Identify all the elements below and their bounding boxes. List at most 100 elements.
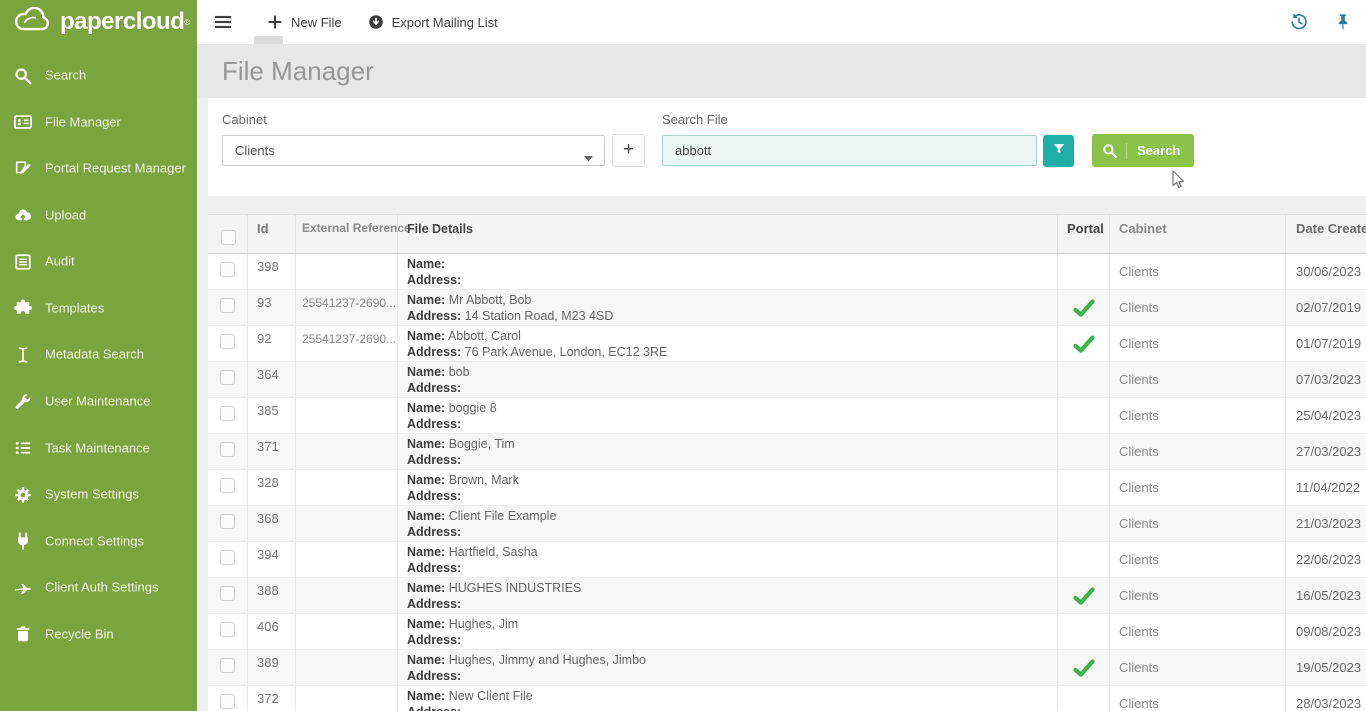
row-id: 389 [248, 650, 296, 685]
chevron-down-icon [584, 148, 593, 161]
table-row[interactable]: 394 Name: Hartfield, Sasha Address: Clients… [208, 542, 1366, 578]
row-date-created: 27/03/2023 [1296, 444, 1362, 459]
row-file-details: Name: Address: [398, 254, 1058, 289]
table-row[interactable]: 92 25541237-2690... Name: Abbott, Carol Add… [208, 326, 1366, 362]
row-file-details: Name: bob Address: [398, 362, 1058, 397]
sidebar-item-label: Upload [45, 207, 87, 223]
sidebar-item-metadata-search[interactable]: Metadata Search [0, 331, 197, 378]
page-title: File Manager [222, 56, 374, 86]
row-cabinet: Clients [1110, 254, 1286, 289]
row-date-created: 21/03/2023 [1296, 516, 1362, 531]
row-checkbox[interactable] [220, 262, 235, 277]
row-checkbox-cell [208, 506, 248, 541]
sidebar-item-label: File Manager [45, 114, 121, 130]
sidebar-item-upload[interactable]: Upload [0, 192, 197, 239]
row-checkbox[interactable] [220, 406, 235, 421]
hamburger-menu-icon[interactable] [213, 12, 233, 32]
row-cabinet: Clients [1110, 470, 1286, 505]
sidebar-item-search[interactable]: Search [0, 52, 197, 99]
pin-icon[interactable] [1334, 13, 1352, 31]
row-file-details: Name: New Client FileAddress: [398, 686, 1058, 711]
sidebar-item-file-manager[interactable]: File Manager [0, 99, 197, 146]
row-portal-cell [1058, 614, 1110, 649]
sidebar-item-system-settings[interactable]: System Settings [0, 471, 197, 518]
table-row[interactable]: 371 Name: Boggie, Tim Address: Clients 27/03… [208, 434, 1366, 470]
table-header-row: Id External Reference File Details Portal Ca… [208, 214, 1366, 254]
row-portal-cell [1058, 686, 1110, 711]
row-checkbox[interactable] [220, 622, 235, 637]
row-external-reference [296, 506, 398, 541]
row-checkbox[interactable] [220, 334, 235, 349]
row-checkbox[interactable] [220, 442, 235, 457]
page-header: File Manager [197, 36, 1366, 98]
row-checkbox-cell [208, 650, 248, 685]
main-area: New File Export Mailing List File Manage… [197, 0, 1366, 711]
table-row[interactable]: 389 Name: Hughes, Jimmy and Hughes, Jimbo… [208, 650, 1366, 686]
row-cabinet: Clients [1110, 434, 1286, 469]
search-file-input[interactable] [662, 135, 1037, 166]
row-checkbox[interactable] [220, 514, 235, 529]
brand-name: papercloud [60, 8, 185, 35]
row-checkbox[interactable] [220, 370, 235, 385]
table-row[interactable]: 385 Name: boggie 8 Address: Clients 25/04/20… [208, 398, 1366, 434]
history-icon[interactable] [1290, 13, 1308, 31]
sidebar-item-user-maintenance[interactable]: User Maintenance [0, 378, 197, 425]
row-portal-cell [1058, 434, 1110, 469]
filter-button[interactable] [1043, 134, 1074, 167]
select-all-checkbox[interactable] [221, 229, 236, 245]
circle-down-arrow-icon [368, 14, 384, 30]
column-header-select [208, 215, 248, 253]
column-header-portal[interactable]: Portal [1058, 215, 1110, 253]
row-checkbox[interactable] [220, 298, 235, 313]
row-file-details: Name: HUGHES INDUSTRIES Address: [398, 578, 1058, 613]
cabinet-label: Cabinet [222, 112, 267, 127]
sidebar-item-templates[interactable]: Templates [0, 285, 197, 332]
row-file-details: Name: Client File Example Address: [398, 506, 1058, 541]
add-cabinet-button[interactable]: + [612, 134, 645, 167]
table-row[interactable]: 406 Name: Hughes, Jim Address: Clients 09/08… [208, 614, 1366, 650]
brand-logo[interactable]: papercloud ® [0, 0, 197, 44]
sidebar-item-task-maintenance[interactable]: Task Maintenance [0, 425, 197, 472]
row-checkbox[interactable] [220, 586, 235, 601]
row-checkbox-cell [208, 686, 248, 711]
row-checkbox[interactable] [220, 658, 235, 673]
plug-icon [14, 532, 32, 550]
row-external-reference [296, 542, 398, 577]
table-row[interactable]: 368 Name: Client File Example Address: Clie… [208, 506, 1366, 542]
sidebar-item-audit[interactable]: Audit [0, 238, 197, 285]
sidebar-menu: Search File Manager Portal Request Manager… [0, 44, 197, 657]
row-checkbox[interactable] [220, 694, 235, 709]
row-id: 388 [248, 578, 296, 613]
text-cursor-icon [14, 346, 32, 364]
table-row[interactable]: 372 Name: New Client FileAddress: Clients 2… [208, 686, 1366, 711]
row-checkbox[interactable] [220, 478, 235, 493]
new-file-button[interactable]: New File [267, 14, 342, 30]
sidebar-item-recycle-bin[interactable]: Recycle Bin [0, 611, 197, 658]
row-date-created: 19/05/2023 [1296, 660, 1362, 675]
column-header-details[interactable]: File Details [398, 215, 1058, 253]
column-header-id[interactable]: Id [248, 215, 296, 253]
sidebar-item-label: Audit [45, 253, 75, 269]
row-checkbox-cell [208, 542, 248, 577]
table-row[interactable]: 398 Name: Address: Clients 30/06/2023 [208, 254, 1366, 290]
sidebar-item-portal-request-manager[interactable]: Portal Request Manager [0, 145, 197, 192]
table-row[interactable]: 364 Name: bob Address: Clients 07/03/2023 [208, 362, 1366, 398]
column-header-ext[interactable]: External Reference [296, 215, 411, 253]
table-row[interactable]: 388 Name: HUGHES INDUSTRIES Address: Client… [208, 578, 1366, 614]
row-checkbox[interactable] [220, 550, 235, 565]
table-row[interactable]: 93 25541237-2690... Name: Mr Abbott, Bob Ad… [208, 290, 1366, 326]
column-header-cabinet[interactable]: Cabinet [1110, 215, 1286, 253]
sidebar-item-connect-settings[interactable]: Connect Settings [0, 518, 197, 565]
row-external-reference [296, 470, 398, 505]
export-mailing-list-button[interactable]: Export Mailing List [368, 14, 498, 30]
column-header-date[interactable]: Date Created [1286, 215, 1366, 253]
sidebar-item-label: System Settings [45, 486, 139, 502]
table-row[interactable]: 328 Name: Brown, Mark Address: Clients 11/04… [208, 470, 1366, 506]
row-file-details: Name: Boggie, Tim Address: [398, 434, 1058, 469]
cabinet-select[interactable]: Clients [222, 135, 605, 166]
audit-list-icon [14, 253, 32, 271]
search-button[interactable]: Search [1092, 134, 1195, 167]
plus-icon [267, 14, 283, 30]
sidebar-item-client-auth-settings[interactable]: Client Auth Settings [0, 564, 197, 611]
row-cabinet: Clients [1110, 578, 1286, 613]
